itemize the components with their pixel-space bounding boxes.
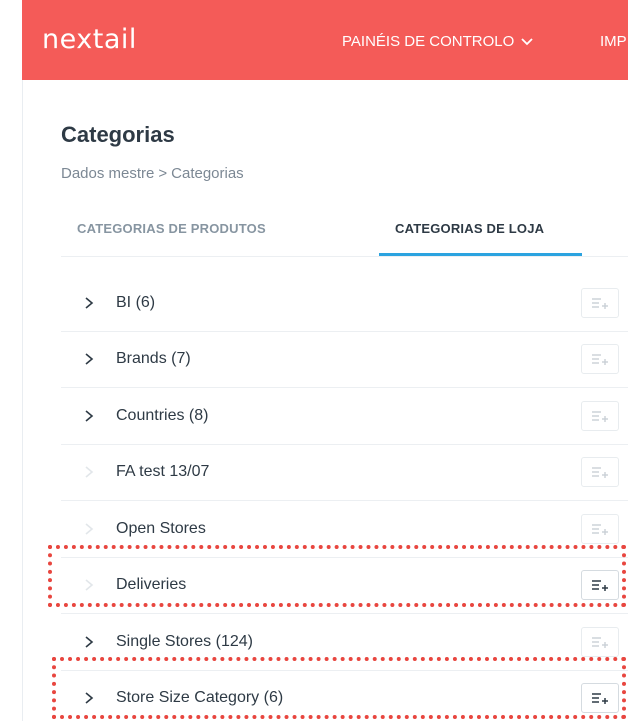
nav-dashboards-menu[interactable]: PAINÉIS DE CONTROLO — [342, 34, 534, 49]
list-add-icon — [592, 411, 608, 422]
breadcrumb-separator: > — [158, 165, 168, 182]
main-content: Categorias Dados mestre > Categorias CAT… — [22, 80, 628, 721]
breadcrumb-master-data[interactable]: Dados mestre — [61, 166, 154, 181]
chevron-right-icon[interactable] — [83, 352, 95, 366]
add-subcategory-button[interactable] — [581, 683, 619, 714]
chevron-right-icon[interactable] — [83, 635, 95, 649]
category-label: FA test 13/07 — [116, 463, 210, 481]
list-add-icon — [592, 298, 608, 309]
page-title: Categorias — [61, 122, 175, 147]
category-label: Single Stores (124) — [116, 632, 253, 650]
add-subcategory-button[interactable] — [581, 457, 619, 488]
nav-import-label: IMP — [600, 33, 627, 50]
chevron-right-icon[interactable] — [83, 409, 95, 423]
chevron-right-icon[interactable] — [83, 296, 95, 310]
tab-store-categories[interactable]: CATEGORIAS DE LOJA — [395, 222, 544, 235]
add-subcategory-button[interactable] — [581, 287, 619, 318]
add-subcategory-button[interactable] — [581, 570, 619, 601]
category-row-single-stores[interactable]: Single Stores (124) — [61, 614, 628, 671]
chevron-right-icon — [85, 466, 94, 478]
category-label: Open Stores — [116, 519, 206, 537]
category-label: Brands (7) — [116, 350, 191, 368]
nav-import-menu[interactable]: IMP — [600, 34, 627, 49]
chevron-right-icon — [85, 579, 94, 591]
category-label: Store Size Category (6) — [116, 689, 284, 707]
list-add-icon — [592, 467, 608, 479]
list-add-icon — [592, 693, 608, 705]
breadcrumb-categories: Categorias — [171, 165, 244, 182]
category-tabs: CATEGORIAS DE PRODUTOS CATEGORIAS DE LOJ… — [61, 205, 628, 257]
category-row-bi[interactable]: BI (6) — [61, 275, 628, 332]
add-subcategory-button[interactable] — [581, 400, 619, 431]
category-row-deliveries[interactable]: Deliveries — [61, 558, 628, 614]
active-tab-indicator — [379, 253, 582, 256]
chevron-down-icon — [521, 37, 533, 45]
breadcrumb: Dados mestre > Categorias — [61, 166, 244, 181]
category-row-store-size[interactable]: Store Size Category (6) — [61, 671, 628, 721]
nav-dashboards-label: PAINÉIS DE CONTROLO — [342, 33, 515, 50]
add-subcategory-button[interactable] — [581, 344, 619, 375]
nextail-logo[interactable]: nextail — [42, 26, 137, 53]
list-add-icon — [592, 580, 608, 592]
add-subcategory-button[interactable] — [581, 513, 619, 544]
category-label: Deliveries — [116, 576, 187, 594]
category-list: BI (6) Brands (7) Countries (8) FA test … — [61, 275, 628, 721]
chevron-right-icon[interactable] — [83, 691, 95, 705]
category-row-brands[interactable]: Brands (7) — [61, 332, 628, 388]
category-row-countries[interactable]: Countries (8) — [61, 388, 628, 445]
category-label: Countries (8) — [116, 406, 209, 424]
list-add-icon — [592, 637, 608, 648]
add-subcategory-button[interactable] — [581, 626, 619, 657]
category-label: BI (6) — [116, 293, 156, 311]
category-row-open-stores[interactable]: Open Stores — [61, 501, 628, 558]
tab-product-categories[interactable]: CATEGORIAS DE PRODUTOS — [77, 222, 266, 235]
top-navigation-bar: nextail PAINÉIS DE CONTROLO IMP — [22, 0, 628, 80]
list-add-icon — [592, 524, 608, 535]
category-row-fa-test[interactable]: FA test 13/07 — [61, 445, 628, 501]
chevron-right-icon — [85, 523, 94, 535]
list-add-icon — [592, 354, 608, 366]
